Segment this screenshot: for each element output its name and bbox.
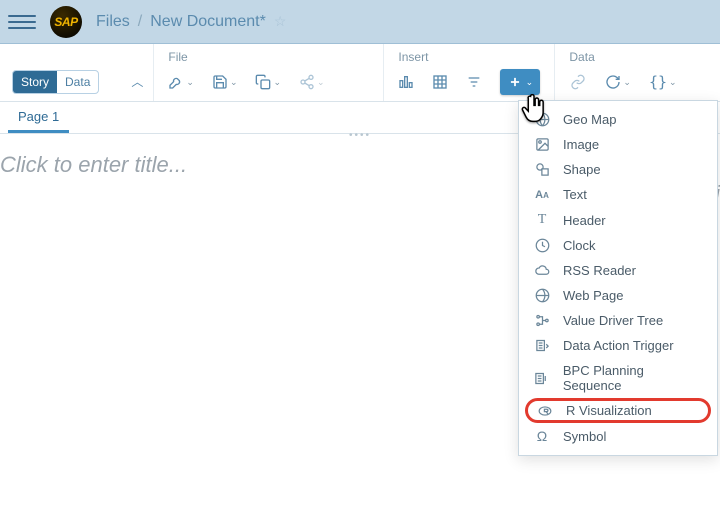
menu-label: BPC Planning Sequence	[563, 363, 705, 393]
menu-label: Value Driver Tree	[563, 313, 663, 328]
refresh-icon[interactable]: ⌄	[605, 74, 631, 90]
breadcrumb: Files / New Document* ☆	[96, 13, 286, 31]
menu-item-web-page[interactable]: Web Page	[519, 283, 717, 308]
menu-label: Web Page	[563, 288, 623, 303]
filter-icon[interactable]	[466, 74, 482, 90]
menu-label: RSS Reader	[563, 263, 636, 278]
menu-item-r-visualization[interactable]: R Visualization	[525, 398, 711, 423]
share-icon[interactable]: ⌄	[299, 74, 325, 90]
table-icon[interactable]	[432, 74, 448, 90]
r-icon	[536, 404, 554, 418]
menu-label: Text	[563, 187, 587, 202]
clock-icon	[533, 238, 551, 253]
add-button[interactable]: ⌄	[500, 69, 540, 95]
menu-label: Symbol	[563, 429, 606, 444]
data-mode-button[interactable]: Data	[57, 71, 98, 93]
shape-icon	[533, 162, 551, 177]
menu-item-shape[interactable]: Shape	[519, 157, 717, 182]
menu-item-bpc-planning[interactable]: BPC Planning Sequence	[519, 358, 717, 398]
menu-hamburger-icon[interactable]	[8, 8, 36, 36]
menu-item-geo-map[interactable]: Geo Map	[519, 107, 717, 132]
sequence-icon	[533, 371, 551, 386]
menu-label: Image	[563, 137, 599, 152]
web-icon	[533, 288, 551, 303]
collapse-toolbar-icon[interactable]: ︿	[131, 73, 143, 90]
tree-icon	[533, 313, 551, 328]
header-icon: T	[533, 212, 551, 228]
text-icon: AA	[533, 189, 551, 201]
menu-item-text[interactable]: AA Text	[519, 182, 717, 207]
menu-label: Clock	[563, 238, 596, 253]
sap-logo: SAP	[50, 6, 82, 38]
menu-label: Geo Map	[563, 112, 616, 127]
braces-icon[interactable]: {} ⌄	[649, 73, 677, 91]
menu-label: Shape	[563, 162, 601, 177]
favorite-star-icon[interactable]: ☆	[274, 13, 287, 30]
symbol-icon: Ω	[533, 428, 551, 444]
image-icon	[533, 137, 551, 152]
insert-dropdown-menu: Geo Map Image Shape AA Text T Header Clo…	[518, 100, 718, 456]
menu-item-symbol[interactable]: Ω Symbol	[519, 423, 717, 449]
save-icon[interactable]: ⌄	[212, 74, 238, 90]
chart-icon[interactable]	[398, 74, 414, 90]
group-label-data: Data	[569, 50, 706, 64]
link-data-icon[interactable]	[569, 74, 587, 90]
menu-item-image[interactable]: Image	[519, 132, 717, 157]
menu-item-data-action-trigger[interactable]: Data Action Trigger	[519, 333, 717, 358]
breadcrumb-separator: /	[138, 13, 142, 31]
story-mode-button[interactable]: Story	[13, 71, 57, 93]
app-bar: SAP Files / New Document* ☆	[0, 0, 720, 44]
toolbar: Story Data ︿ File ⌄ ⌄ ⌄ ⌄ Ins	[0, 44, 720, 102]
group-label-insert: Insert	[398, 50, 540, 64]
breadcrumb-current: New Document*	[150, 13, 266, 31]
menu-label: Data Action Trigger	[563, 338, 674, 353]
mode-toggle: Story Data	[12, 70, 99, 94]
breadcrumb-root[interactable]: Files	[96, 13, 130, 31]
page-tab-1[interactable]: Page 1	[8, 103, 69, 133]
copy-icon[interactable]: ⌄	[255, 74, 281, 90]
menu-item-clock[interactable]: Clock	[519, 233, 717, 258]
menu-item-rss[interactable]: RSS Reader	[519, 258, 717, 283]
menu-item-value-driver-tree[interactable]: Value Driver Tree	[519, 308, 717, 333]
trigger-icon	[533, 338, 551, 353]
group-label-file: File	[168, 50, 369, 64]
menu-label: R Visualization	[566, 403, 652, 418]
menu-item-header[interactable]: T Header	[519, 207, 717, 233]
resize-handle-icon[interactable]: ••••	[349, 130, 371, 141]
cursor-hand-icon	[520, 94, 548, 133]
cloud-icon	[533, 263, 551, 278]
menu-label: Header	[563, 213, 606, 228]
settings-wrench-icon[interactable]: ⌄	[168, 74, 194, 90]
